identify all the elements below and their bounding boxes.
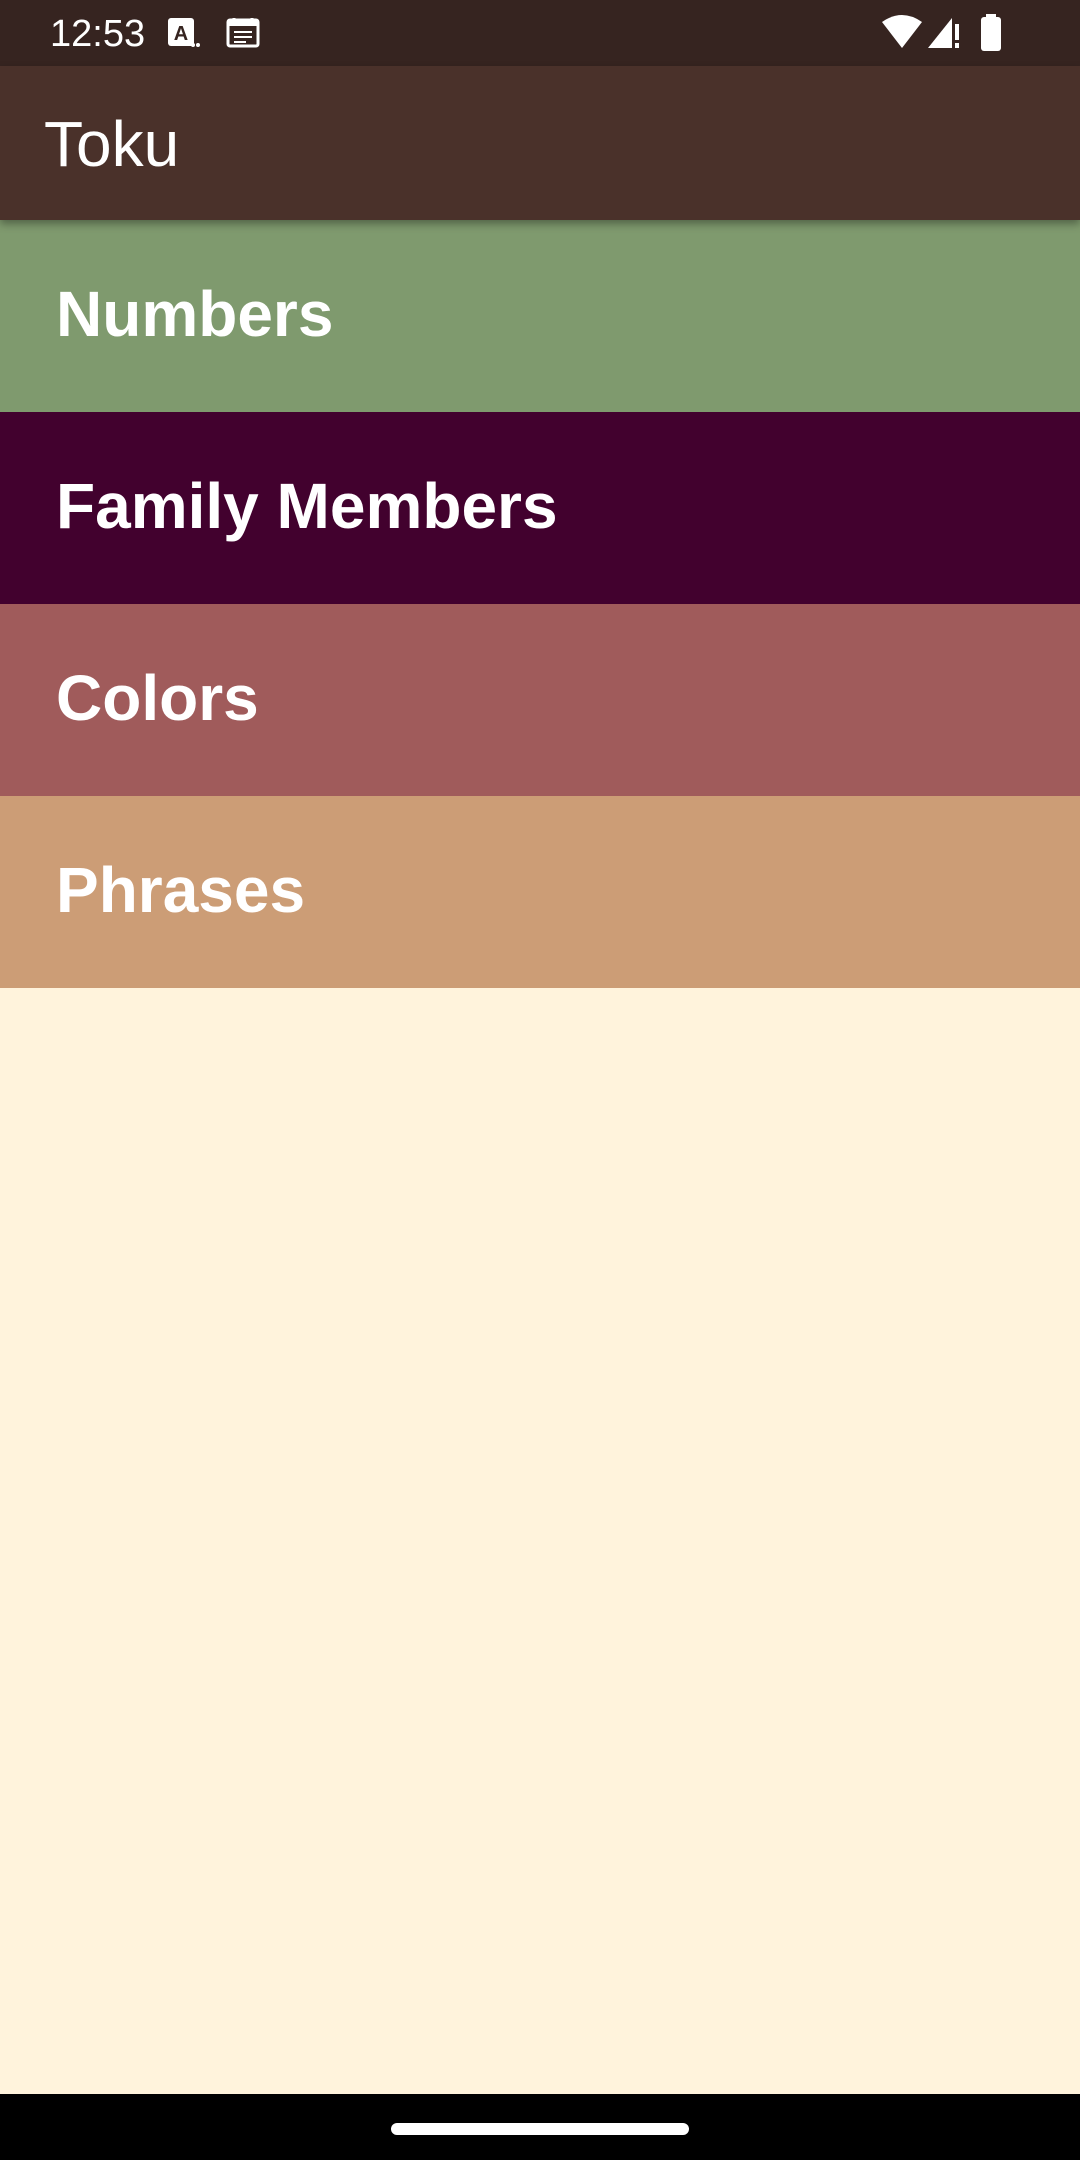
wifi-icon: [882, 15, 922, 48]
category-numbers[interactable]: Numbers: [0, 220, 1080, 412]
category-label: Family Members: [56, 470, 558, 542]
status-time: 12:53: [50, 13, 146, 55]
app-title: Toku: [44, 108, 180, 180]
category-label: Numbers: [56, 278, 334, 350]
category-family-members[interactable]: Family Members: [0, 412, 1080, 604]
app-bar: Toku: [0, 66, 1080, 220]
home-gesture-handle[interactable]: [391, 2123, 689, 2135]
category-phrases[interactable]: Phrases: [0, 796, 1080, 988]
battery-icon: [981, 14, 1001, 51]
navigation-bar: [0, 2094, 1080, 2160]
category-label: Colors: [56, 662, 259, 734]
calendar-news-icon: [226, 18, 260, 48]
text-a-icon: A: [168, 18, 200, 47]
svg-text:A: A: [174, 23, 188, 45]
category-label: Phrases: [56, 854, 306, 926]
status-bar: 12:53 A: [0, 0, 1080, 66]
category-colors[interactable]: Colors: [0, 604, 1080, 796]
category-list: Numbers Family Members Colors Phrases: [0, 220, 1080, 988]
cellular-alert-icon: [928, 18, 959, 48]
